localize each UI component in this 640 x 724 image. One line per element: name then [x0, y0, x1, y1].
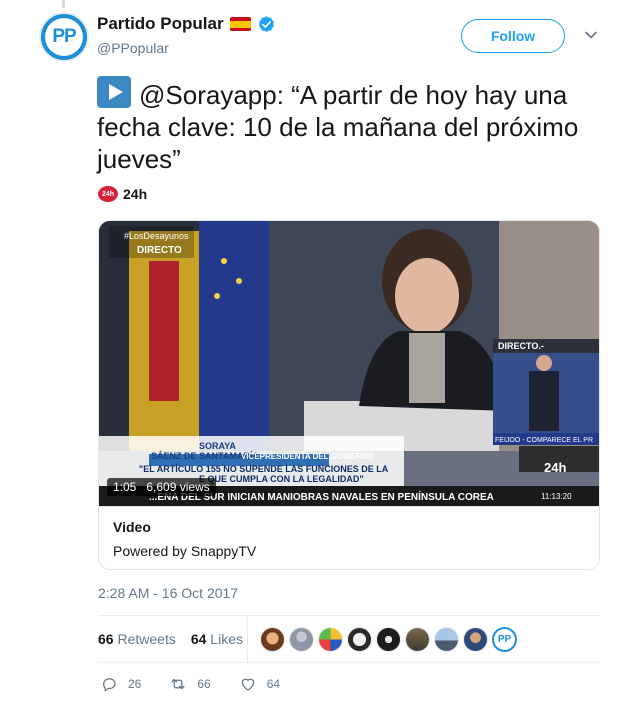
video-card[interactable]: #LosDesayunos DIRECTO SORAYA SÁENZ DE SA…: [98, 220, 600, 570]
liker-avatar[interactable]: [347, 627, 372, 652]
like-count: 64: [266, 677, 281, 691]
video-player[interactable]: #LosDesayunos DIRECTO SORAYA SÁENZ DE SA…: [99, 221, 599, 506]
card-title: Video: [113, 519, 151, 535]
video-views: 6,609 views: [146, 480, 210, 494]
retweet-button[interactable]: 66: [169, 675, 211, 693]
pp-logo-icon: PP: [45, 18, 83, 56]
retweets-label: Retweets: [117, 631, 176, 647]
reply-icon: [103, 678, 116, 692]
card-info[interactable]: Video Powered by SnappyTV: [99, 506, 599, 569]
tweet-body: @Sorayapp: “A partir de hoy hay una fech…: [97, 80, 579, 174]
overlay-role: VICEPRESIDENTA DEL GOBIERNO: [241, 452, 374, 461]
tweet-text: @Sorayapp: “A partir de hoy hay una fech…: [97, 76, 607, 175]
reply-count: 26: [128, 677, 142, 691]
retweets-stat[interactable]: 66 Retweets: [98, 631, 176, 647]
media-source-label: 24h: [123, 186, 148, 202]
stats-separator: [247, 616, 248, 662]
overlay-channel-logo: 24h: [544, 460, 566, 475]
liker-avatar[interactable]: [376, 627, 401, 652]
author-handle[interactable]: @PPopular: [97, 40, 169, 56]
author-name-row: Partido Popular: [97, 14, 276, 34]
likes-label: Likes: [210, 631, 243, 647]
media-source[interactable]: 24h 24h: [98, 186, 147, 202]
likes-count: 64: [190, 631, 207, 647]
tweet-timestamp[interactable]: 2:28 AM - 16 Oct 2017: [98, 585, 238, 601]
divider-top: [98, 615, 600, 616]
overlay-pip-caption: FEIJOO - COMPARECE EL PR: [495, 437, 593, 444]
overlay-hashtag: #LosDesayunos: [124, 231, 189, 241]
video-overlay: #LosDesayunos DIRECTO SORAYA SÁENZ DE SA…: [124, 231, 593, 503]
liker-avatars: PP: [260, 627, 517, 652]
liker-avatar[interactable]: [463, 627, 488, 652]
avatar[interactable]: PP: [39, 12, 89, 62]
engagement-stats: 66 Retweets 64 Likes: [98, 631, 243, 647]
overlay-ticker-time: 11:13:20: [541, 492, 572, 501]
play-button-icon: [97, 76, 131, 108]
chevron-down-icon[interactable]: [584, 28, 598, 42]
liker-avatar[interactable]: [434, 627, 459, 652]
card-subtitle: Powered by SnappyTV: [113, 543, 257, 559]
thread-connector-line: [62, 0, 65, 8]
heart-icon: [241, 678, 254, 691]
retweets-count: 66: [98, 631, 114, 647]
liker-avatar[interactable]: [289, 627, 314, 652]
overlay-live-badge: DIRECTO: [137, 245, 182, 256]
overlay-pip-live: DIRECTO.-: [498, 341, 544, 351]
divider-bottom: [98, 662, 600, 663]
follow-button[interactable]: Follow: [461, 19, 565, 53]
channel-24h-logo-icon: 24h: [98, 186, 118, 202]
retweet-count: 66: [197, 677, 211, 691]
overlay-name-first: SORAYA: [199, 441, 236, 451]
verified-badge-icon: [258, 15, 274, 32]
liker-avatar[interactable]: [318, 627, 343, 652]
pp-logo-icon: PP: [497, 634, 512, 645]
video-duration: 1:05: [113, 480, 137, 494]
liker-avatar[interactable]: [405, 627, 430, 652]
like-button[interactable]: 64: [239, 675, 280, 693]
author-name[interactable]: Partido Popular: [97, 14, 224, 34]
spain-flag-icon: [229, 17, 251, 31]
overlay-quote-line1: "EL ARTÍCULO 155 NO SUPENDE LAS FUNCIONE…: [139, 464, 389, 474]
retweet-icon: [171, 678, 185, 690]
likes-stat[interactable]: 64 Likes: [191, 631, 243, 647]
overlay-quote-line2: E QUE CUMPLA CON LA LEGALIDAD": [199, 474, 364, 484]
video-stats-badge: 1:05 6,609 views: [107, 478, 216, 496]
liker-avatar-pp[interactable]: PP: [492, 627, 517, 652]
tweet-actions: 26 66 64: [100, 675, 308, 693]
reply-button[interactable]: 26: [100, 675, 141, 693]
liker-avatar[interactable]: [260, 627, 285, 652]
